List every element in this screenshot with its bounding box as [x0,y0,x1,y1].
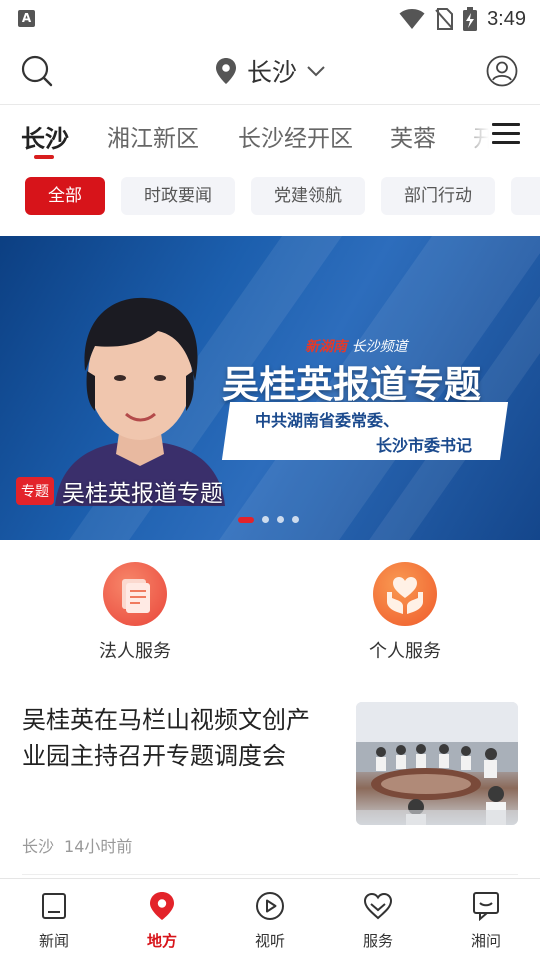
banner-subtitle-line1: 中共湖南省委常委、 [255,411,400,430]
tab-xiangjiang-new-area[interactable]: 湘江新区 [107,119,199,153]
location-selector[interactable]: 长沙 [215,52,325,90]
service-label: 个人服务 [369,641,441,662]
filter-political-news[interactable]: 时政要闻 [121,177,235,215]
article-divider [22,874,518,875]
play-icon [256,892,284,920]
banner-caption: 专题 吴桂英报道专题 [16,474,223,508]
current-city: 长沙 [247,58,298,87]
personal-service-button[interactable]: 个人服务 [345,562,465,663]
tab-changsha[interactable]: 长沙 [21,119,69,154]
legal-person-service-button[interactable]: 法人服务 [75,562,195,663]
nav-ask[interactable]: 湘问 [446,891,526,951]
channel-tabs: 长沙 湘江新区 长沙经开区 芙蓉 开 [0,105,540,165]
news-article-card[interactable]: 吴桂英在马栏山视频文创产业园主持召开专题调度会 长沙 14小时前 [22,700,520,875]
tab-changsha-economic-zone[interactable]: 长沙经开区 [238,119,353,153]
user-profile-button[interactable] [486,55,518,87]
news-icon [42,893,66,919]
article-meta: 长沙 14小时前 [22,833,132,857]
menu-icon [492,123,520,126]
top-header: 长沙 [0,38,540,104]
carousel-indicator [238,516,299,523]
brand-channel: 长沙频道 [351,339,408,355]
search-button[interactable] [20,54,54,88]
filter-chips: 全部 时政要闻 党建领航 部门行动 [0,175,540,217]
app-notification-icon: A [18,10,35,27]
search-icon [21,55,53,87]
nav-local[interactable]: 地方 [122,891,202,951]
brand-logo-text: 新湖南 [305,339,347,355]
tab-furong[interactable]: 芙蓉 [390,119,436,153]
banner-headline: 吴桂英报道专题 [222,363,481,406]
user-icon [486,55,518,87]
document-icon [103,562,167,626]
nav-service[interactable]: 服务 [338,891,418,951]
carousel-dot[interactable] [262,516,269,523]
filter-more[interactable] [511,177,540,215]
banner-brand: 新湖南 长沙频道 [305,336,407,356]
location-pin-icon [216,58,236,84]
article-time: 14小时前 [64,837,133,856]
topic-badge: 专题 [16,477,54,505]
chat-icon [473,892,499,922]
status-icons: 3:49 [399,4,526,34]
battery-charging-icon [463,7,478,31]
no-sim-icon [435,8,454,30]
carousel-dot[interactable] [277,516,284,523]
nav-label: 视听 [254,932,285,950]
banner-subtitle-line2: 长沙市委书记 [376,436,473,455]
portrait-image [55,297,225,506]
service-label: 法人服务 [99,641,171,662]
nav-label: 新闻 [38,932,69,950]
article-source: 长沙 [22,837,55,856]
channel-menu-button[interactable] [492,123,520,147]
filter-all[interactable]: 全部 [25,177,105,215]
banner-carousel[interactable]: 新湖南 长沙频道 吴桂英报道专题 中共湖南省委常委、 长沙市委书记 专题 吴桂英… [0,236,540,540]
banner-caption-text: 吴桂英报道专题 [62,481,223,507]
chevron-down-icon [307,66,325,77]
article-title: 吴桂英在马栏山视频文创产业园主持召开专题调度会 [22,706,310,770]
bottom-navigation: 新闻 地方 视听 服务 湘问 [0,878,540,960]
active-tab-indicator [34,155,54,159]
wifi-icon [399,9,425,29]
carousel-dot[interactable] [292,516,299,523]
heart-hands-icon [373,562,437,626]
filter-department-action[interactable]: 部门行动 [381,177,495,215]
nav-video[interactable]: 视听 [230,891,310,951]
carousel-dot[interactable] [238,516,254,523]
nav-label: 湘问 [470,932,501,950]
location-icon [150,892,174,920]
clock: 3:49 [487,7,526,30]
status-bar: A 3:49 [0,0,540,38]
article-thumbnail [356,702,518,825]
nav-label: 地方 [146,932,177,950]
nav-news[interactable]: 新闻 [14,891,94,951]
nav-label: 服务 [362,932,393,950]
filter-party-building[interactable]: 党建领航 [251,177,365,215]
heart-service-icon [363,892,393,920]
